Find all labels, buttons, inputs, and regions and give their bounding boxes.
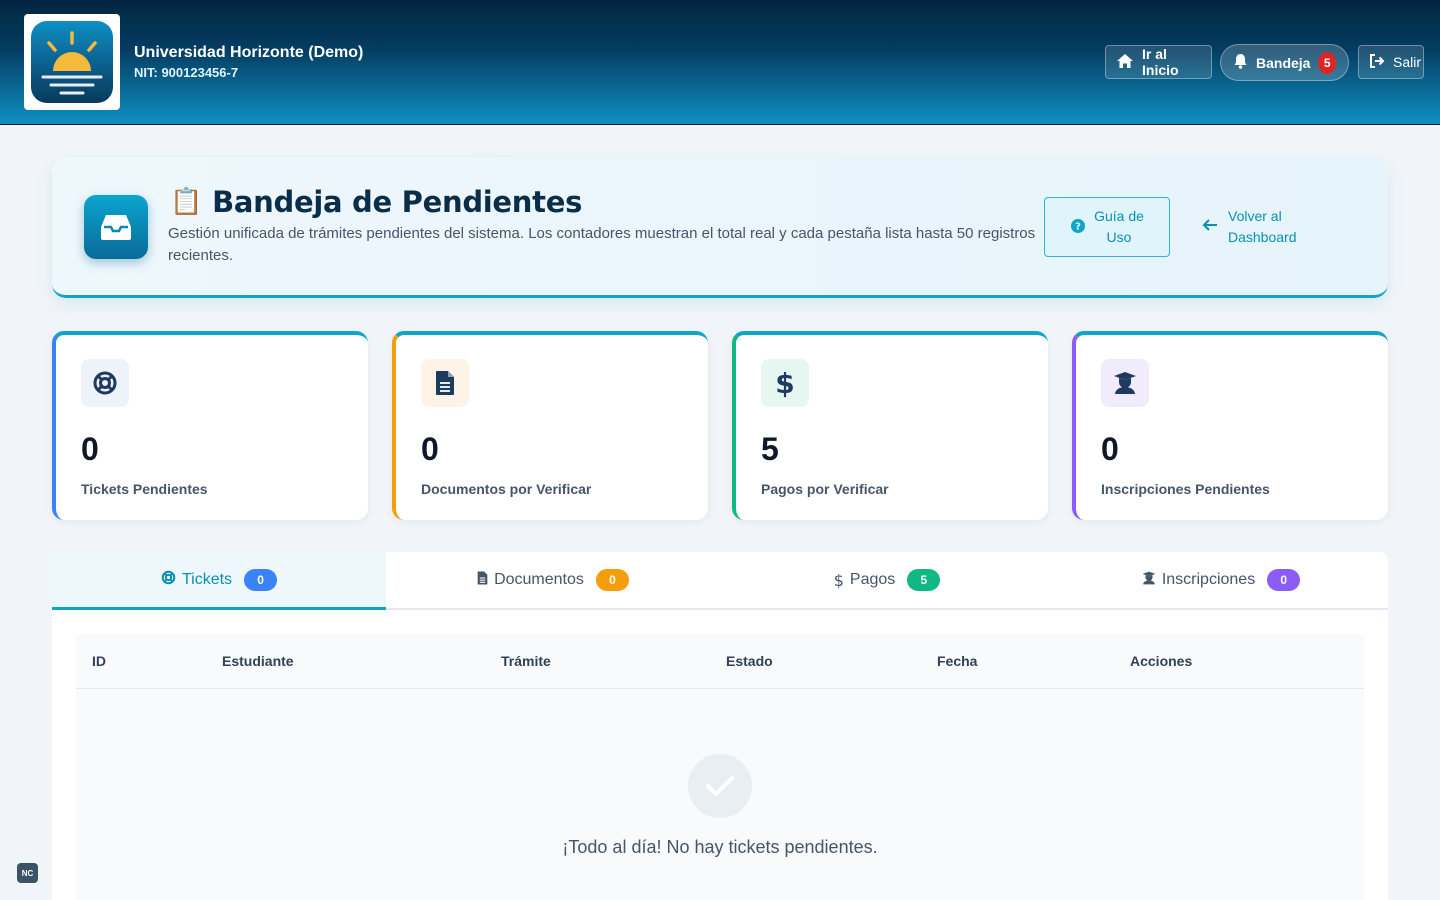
stat-value: 0	[81, 431, 99, 467]
inbox-tray-icon	[84, 195, 148, 259]
file-icon	[477, 571, 488, 590]
tab-payments[interactable]: $ Pagos 5	[720, 552, 1054, 608]
stat-value: 0	[421, 431, 439, 467]
usage-guide-label-line1: Guía de	[1094, 208, 1144, 224]
tab-label: Pagos	[849, 571, 896, 588]
page-title-text: Bandeja de Pendientes	[212, 185, 583, 219]
page-title-card: 📋 Bandeja de Pendientes Gestión unificad…	[52, 157, 1388, 298]
dollar-icon: $	[833, 570, 844, 590]
tab-count-badge: 5	[907, 569, 941, 591]
tab-enrollments[interactable]: Inscripciones 0	[1054, 552, 1388, 608]
top-header: Universidad Horizonte (Demo) NIT: 900123…	[0, 0, 1440, 125]
stat-card-tickets[interactable]: 0 Tickets Pendientes	[52, 331, 368, 520]
usage-guide-label: Guía de Uso	[1094, 206, 1144, 248]
back-label-line2: Dashboard	[1228, 229, 1297, 245]
tab-bar: Tickets 0 Documentos 0 $ Pagos 5 Inscrip…	[52, 552, 1388, 610]
logout-icon	[1369, 53, 1385, 71]
page-title: 📋 Bandeja de Pendientes	[170, 185, 582, 219]
graduate-icon	[1101, 359, 1149, 407]
logout-button[interactable]: Salir	[1358, 45, 1424, 79]
usage-guide-label-line2: Uso	[1106, 229, 1132, 245]
column-header-id[interactable]: ID	[92, 653, 106, 669]
nc-badge[interactable]: NC	[17, 863, 38, 883]
inbox-button-label: Bandeja	[1256, 54, 1311, 71]
sunrise-logo-icon	[31, 21, 113, 103]
usage-guide-button[interactable]: ? Guía de Uso	[1044, 197, 1170, 257]
stat-card-documents[interactable]: 0 Documentos por Verificar	[392, 331, 708, 520]
column-header-procedure[interactable]: Trámite	[501, 653, 551, 669]
tab-count-badge: 0	[1267, 569, 1301, 591]
question-circle-icon: ?	[1070, 218, 1086, 237]
lifebuoy-icon	[161, 570, 176, 590]
org-name: Universidad Horizonte (Demo)	[134, 44, 364, 61]
column-header-actions[interactable]: Acciones	[1130, 653, 1192, 669]
page-description: Gestión unificada de trámites pendientes…	[168, 225, 1036, 264]
tab-label: Documentos	[494, 571, 584, 588]
lifebuoy-icon	[81, 359, 129, 407]
back-to-dashboard-button[interactable]: Volver al Dashboard	[1186, 197, 1354, 257]
tab-count-badge: 0	[595, 569, 629, 591]
stat-value: 5	[761, 431, 779, 467]
stat-card-enrollments[interactable]: 0 Inscripciones Pendientes	[1072, 331, 1388, 520]
tickets-panel: ID Estudiante Trámite Estado Fecha Accio…	[52, 610, 1388, 900]
bell-icon	[1233, 53, 1248, 72]
stat-label: Tickets Pendientes	[81, 481, 208, 497]
home-button[interactable]: Ir al Inicio	[1105, 45, 1212, 79]
check-circle-icon	[688, 754, 752, 818]
home-icon	[1116, 53, 1134, 72]
tab-documents[interactable]: Documentos 0	[386, 552, 720, 608]
tab-count-badge: 0	[244, 569, 278, 591]
dollar-icon: $	[761, 359, 809, 407]
org-nit: NIT: 900123456-7	[134, 65, 239, 80]
graduate-icon	[1142, 571, 1156, 590]
column-header-status[interactable]: Estado	[726, 653, 773, 669]
tab-tickets[interactable]: Tickets 0	[52, 552, 386, 610]
logout-button-label: Salir	[1393, 54, 1422, 70]
clipboard-icon: 📋	[170, 187, 203, 217]
inbox-button[interactable]: Bandeja 5	[1220, 44, 1349, 81]
empty-state-message: ¡Todo al día! No hay tickets pendientes.	[562, 837, 878, 857]
inbox-count-badge: 5	[1318, 51, 1336, 74]
tab-label: Tickets	[181, 571, 233, 588]
stat-label: Inscripciones Pendientes	[1101, 481, 1270, 497]
column-header-date[interactable]: Fecha	[937, 653, 977, 669]
back-label-line1: Volver al	[1228, 208, 1282, 224]
arrow-left-icon	[1202, 217, 1218, 238]
stat-label: Pagos por Verificar	[761, 481, 889, 497]
stat-label: Documentos por Verificar	[421, 481, 592, 497]
tab-label: Inscripciones	[1161, 571, 1256, 588]
back-to-dashboard-label: Volver al Dashboard	[1228, 206, 1297, 248]
tickets-table: ID Estudiante Trámite Estado Fecha Accio…	[76, 634, 1364, 900]
stat-value: 0	[1101, 431, 1119, 467]
home-button-label: Ir al Inicio	[1142, 46, 1179, 78]
table-header: ID Estudiante Trámite Estado Fecha Accio…	[76, 634, 1364, 689]
column-header-student[interactable]: Estudiante	[222, 653, 294, 669]
file-icon	[421, 359, 469, 407]
svg-text:?: ?	[1075, 221, 1081, 232]
org-logo[interactable]	[24, 14, 120, 110]
stat-card-payments[interactable]: $ 5 Pagos por Verificar	[732, 331, 1048, 520]
